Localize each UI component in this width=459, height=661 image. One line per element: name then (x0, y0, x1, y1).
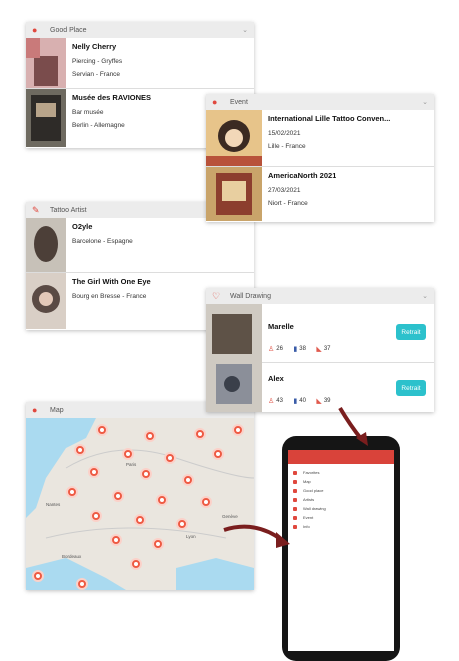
connector-arrows (223, 406, 368, 548)
